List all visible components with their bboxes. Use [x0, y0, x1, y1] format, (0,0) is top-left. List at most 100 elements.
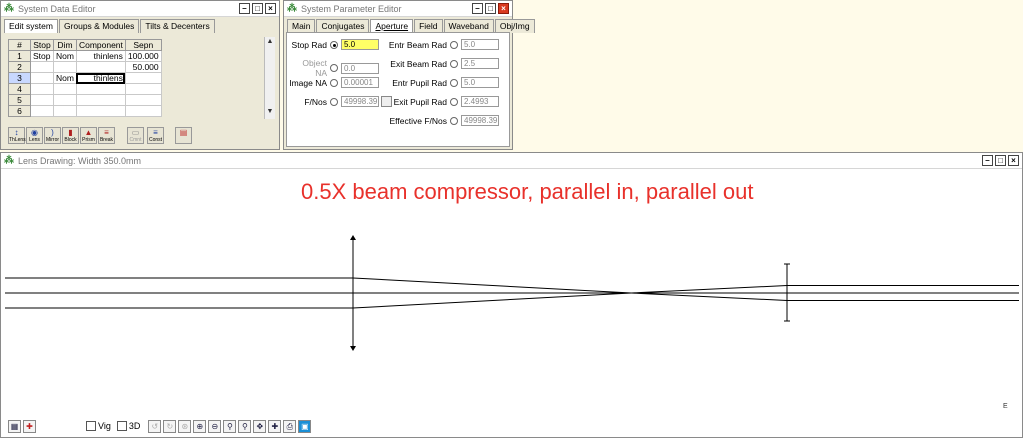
rotate-right-icon[interactable]: ↻	[163, 419, 177, 433]
column-header[interactable]: Stop	[30, 39, 54, 51]
maximize-button[interactable]: □	[995, 155, 1006, 166]
row-number[interactable]: 5	[8, 94, 31, 106]
lens-button[interactable]: ◉ Lens	[26, 127, 43, 144]
minimize-button[interactable]: –	[239, 3, 250, 14]
sepn-cell[interactable]	[124, 94, 162, 106]
system-data-editor-titlebar[interactable]: ⁂ System Data Editor – □ ×	[1, 1, 279, 17]
notes-button[interactable]: ▤	[175, 127, 192, 144]
component-cell[interactable]	[75, 61, 126, 73]
zoom-out-icon[interactable]: ⊖	[208, 419, 222, 433]
tab-aperture[interactable]: Aperture	[370, 19, 414, 33]
tab-tilts-decenters[interactable]: Tilts & Decenters	[140, 19, 215, 33]
column-header[interactable]: Sepn	[124, 39, 162, 51]
entr-pupil-rad-radio[interactable]	[450, 78, 458, 87]
row-number[interactable]: 2	[8, 61, 31, 73]
stop-rad-field[interactable]: 5.0	[341, 39, 379, 50]
ray-trace-icon[interactable]: ✚	[23, 419, 36, 433]
break-button[interactable]: ≡ Break	[98, 127, 115, 144]
column-header[interactable]: Dim	[53, 39, 77, 51]
copy-image-icon[interactable]: ▣	[298, 419, 312, 433]
component-cell-selected[interactable]: thinlens	[75, 72, 126, 84]
minimize-button[interactable]: –	[472, 3, 483, 14]
dim-cell[interactable]: Nom	[53, 50, 77, 62]
object-na-field[interactable]: 0.0	[341, 62, 379, 74]
stop-cell[interactable]	[30, 105, 54, 117]
table-vertical-scrollbar[interactable]: ▲ ▼	[264, 37, 275, 119]
close-button[interactable]: ×	[498, 3, 509, 14]
component-cell[interactable]: thinlens	[75, 50, 126, 62]
maximize-button[interactable]: □	[485, 3, 496, 14]
entr-beam-rad-radio[interactable]	[450, 40, 458, 49]
entr-pupil-rad-field[interactable]: 5.0	[461, 77, 499, 88]
prism-button[interactable]: ▲ Prism	[80, 127, 97, 144]
row-number[interactable]: 1	[8, 50, 31, 62]
pan-icon[interactable]: ✥	[253, 419, 267, 433]
tab-edit-system[interactable]: Edit system	[4, 19, 58, 33]
fnos-radio[interactable]	[330, 97, 338, 106]
thlens-button[interactable]: ↕ ThLens	[8, 127, 26, 144]
tab-field[interactable]: Field	[414, 19, 443, 33]
exit-beam-rad-field[interactable]: 2.5	[461, 58, 499, 69]
stop-rad-radio[interactable]	[330, 40, 338, 49]
fnos-field[interactable]: 49998.39	[341, 96, 379, 107]
table-row[interactable]: 4	[8, 83, 162, 95]
entr-beam-rad-field[interactable]: 5.0	[461, 39, 499, 50]
add-ray-icon[interactable]: ✚	[268, 419, 282, 433]
const-button[interactable]: ≡ Const	[147, 127, 164, 144]
dim-cell[interactable]	[53, 61, 77, 73]
stop-cell[interactable]	[30, 94, 54, 106]
sepn-cell[interactable]	[124, 105, 162, 117]
minimize-button[interactable]: –	[982, 155, 993, 166]
stop-cell[interactable]	[30, 83, 54, 95]
tab-waveband[interactable]: Waveband	[443, 19, 494, 33]
component-cell[interactable]	[75, 94, 126, 106]
lens-drawing-titlebar[interactable]: ⁂ Lens Drawing: Width 350.0mm – □ ×	[1, 153, 1022, 169]
table-row[interactable]: 1 Stop Nom thinlens 100.000	[8, 50, 162, 62]
stop-cell[interactable]	[30, 61, 54, 73]
sepn-cell[interactable]	[124, 72, 162, 84]
draw-options-icon[interactable]: ▦	[8, 419, 21, 433]
effective-fnos-field[interactable]: 49998.39	[461, 115, 499, 126]
dim-cell[interactable]: Nom	[53, 72, 77, 84]
scroll-down-icon[interactable]: ▼	[265, 107, 275, 117]
image-na-field[interactable]: 0.00001	[341, 77, 379, 88]
stop-cell[interactable]: Stop	[30, 50, 54, 62]
object-na-radio[interactable]	[330, 64, 338, 72]
image-na-radio[interactable]	[330, 78, 338, 87]
tab-obj-img[interactable]: Obj/Img	[494, 19, 535, 33]
lens-drawing-canvas[interactable]	[1, 169, 1022, 414]
exit-pupil-rad-radio[interactable]	[450, 97, 458, 106]
exit-pupil-rad-field[interactable]: 2.4993	[461, 96, 499, 107]
table-row[interactable]: 6	[8, 105, 162, 117]
table-row[interactable]: 2 50.000	[8, 61, 162, 73]
print-icon[interactable]: ⎙	[283, 419, 297, 433]
maximize-button[interactable]: □	[252, 3, 263, 14]
sepn-cell[interactable]: 100.000	[124, 50, 162, 62]
3d-checkbox[interactable]	[116, 421, 127, 431]
tab-conjugates[interactable]: Conjugates	[316, 19, 370, 33]
close-button[interactable]: ×	[1008, 155, 1019, 166]
column-header[interactable]: #	[8, 39, 31, 51]
effective-fnos-radio[interactable]	[450, 116, 458, 125]
system-parameter-editor-titlebar[interactable]: ⁂ System Parameter Editor – □ ×	[284, 1, 512, 17]
exit-beam-rad-radio[interactable]	[450, 59, 458, 68]
column-header[interactable]: Component	[75, 39, 126, 51]
component-cell[interactable]	[75, 83, 126, 95]
block-button[interactable]: ▮ Block	[62, 127, 79, 144]
dim-cell[interactable]	[53, 94, 77, 106]
close-button[interactable]: ×	[265, 3, 276, 14]
dim-cell[interactable]	[53, 105, 77, 117]
vig-checkbox[interactable]	[86, 421, 96, 431]
sepn-cell[interactable]: 50.000	[124, 61, 162, 73]
row-number[interactable]: 4	[8, 83, 31, 95]
dim-cell[interactable]	[53, 83, 77, 95]
mirror-button[interactable]: ) Mirror	[44, 127, 61, 144]
row-number[interactable]: 3	[8, 72, 31, 84]
cmnt-button[interactable]: ▭ Cmnt	[127, 127, 144, 144]
tab-groups-modules[interactable]: Groups & Modules	[58, 19, 140, 33]
tab-main[interactable]: Main	[287, 19, 316, 33]
table-row[interactable]: 5	[8, 94, 162, 106]
rotate-left-icon[interactable]: ↺	[148, 419, 162, 433]
component-cell[interactable]	[75, 105, 126, 117]
table-row[interactable]: 3 Nom thinlens	[8, 72, 162, 84]
